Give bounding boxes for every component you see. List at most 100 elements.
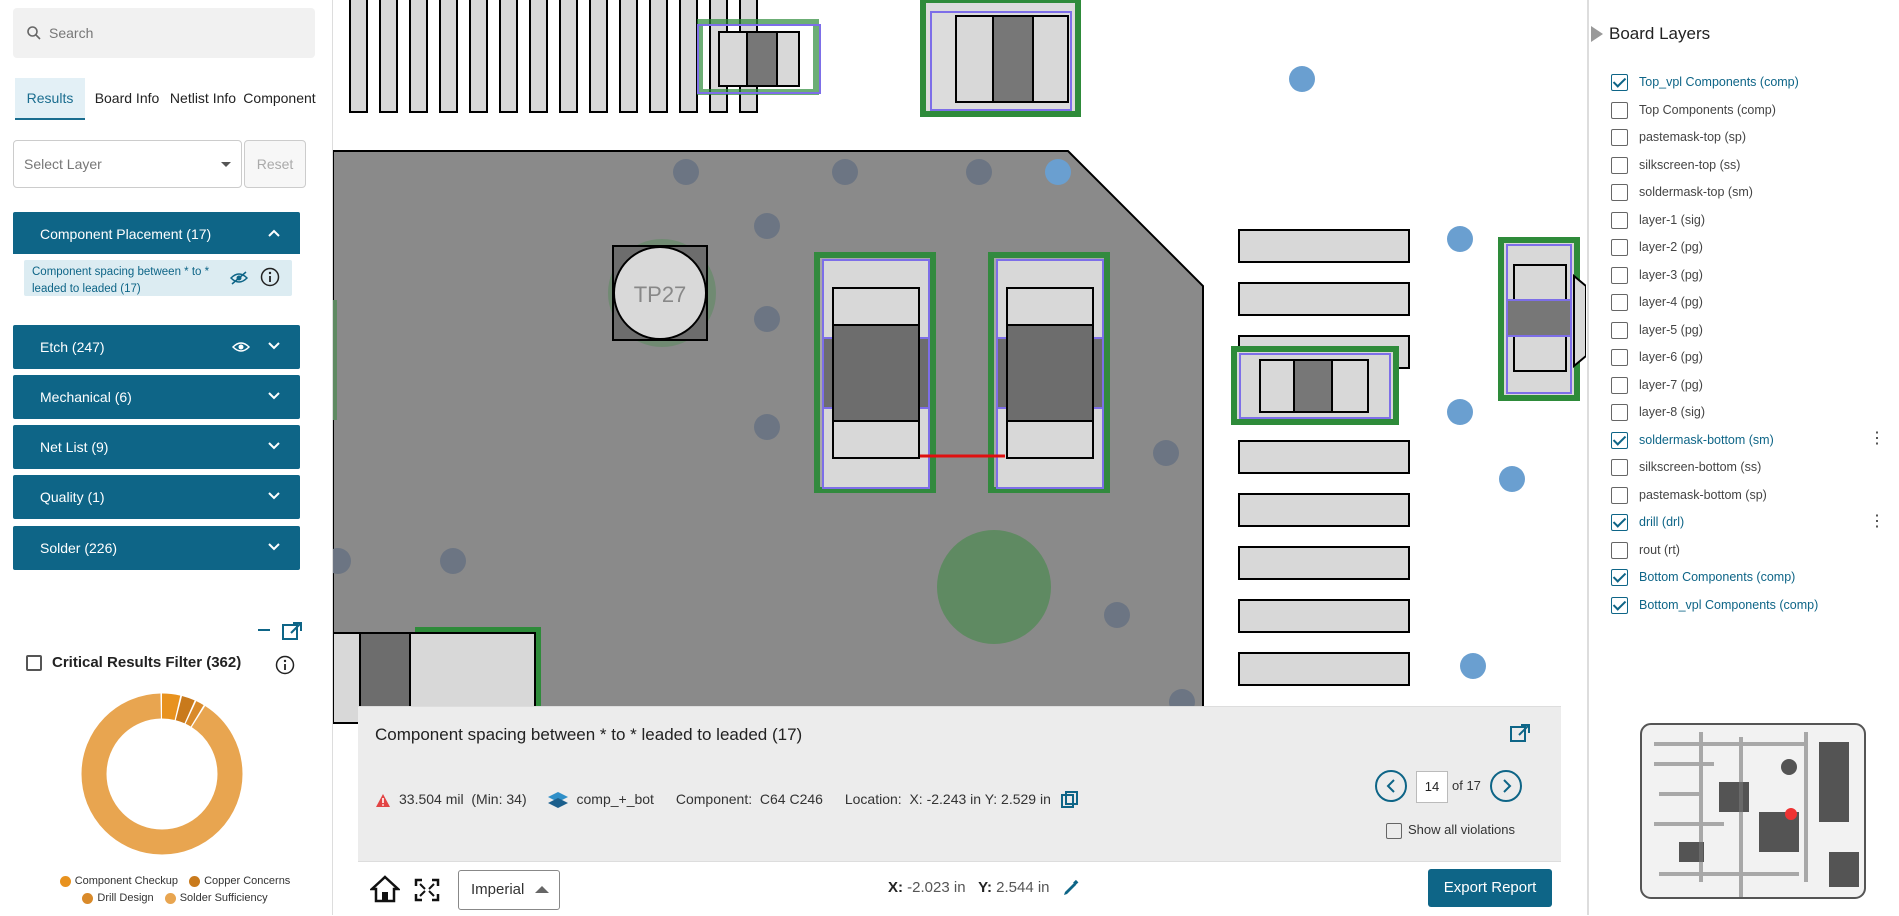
fullscreen-icon[interactable] bbox=[414, 878, 440, 902]
search-icon bbox=[27, 26, 41, 40]
layer-checkbox[interactable] bbox=[1611, 239, 1628, 256]
chevron-down-icon[interactable] bbox=[268, 341, 280, 351]
violation-panel: Component spacing between * to * leaded … bbox=[358, 706, 1561, 861]
eye-icon[interactable] bbox=[232, 341, 250, 353]
legend-label: Copper Concerns bbox=[204, 875, 291, 887]
legend-dot bbox=[59, 875, 71, 887]
layer-checkbox[interactable] bbox=[1611, 459, 1628, 476]
units-value: Imperial bbox=[471, 881, 525, 898]
layer-name: layer-5 (pg) bbox=[1639, 322, 1703, 337]
search-placeholder: Search bbox=[49, 25, 94, 41]
show-all-checkbox[interactable] bbox=[1386, 822, 1402, 839]
layer-checkbox[interactable] bbox=[1611, 74, 1628, 91]
chevron-down-icon[interactable] bbox=[268, 542, 280, 552]
layer-name: silkscreen-top (ss) bbox=[1639, 157, 1741, 172]
layer-checkbox[interactable] bbox=[1611, 266, 1628, 284]
board-layers-title: Board Layers bbox=[1609, 24, 1711, 43]
layer-name: pastemask-top (sp) bbox=[1639, 130, 1746, 144]
x-label: X: bbox=[888, 879, 903, 896]
chevron-left-icon bbox=[1386, 779, 1395, 793]
layer-checkbox[interactable] bbox=[1611, 404, 1628, 421]
minimize-icon[interactable] bbox=[256, 622, 272, 638]
category-net-list[interactable]: Net List (9) bbox=[13, 425, 300, 469]
category-component-placement[interactable]: Component Placement (17) bbox=[13, 212, 300, 256]
chevron-up-icon[interactable] bbox=[268, 228, 280, 238]
layer-checkbox[interactable] bbox=[1611, 349, 1628, 366]
edge-component bbox=[1498, 237, 1586, 401]
layer-checkbox[interactable] bbox=[1611, 514, 1628, 531]
board-minimap[interactable] bbox=[1639, 722, 1867, 900]
export-report-button[interactable]: Export Report bbox=[1428, 869, 1552, 907]
test-point-tp27: TP27 bbox=[608, 239, 716, 347]
layer-checkbox[interactable] bbox=[1611, 294, 1628, 311]
show-all-violations[interactable]: Show all violations bbox=[1386, 822, 1515, 839]
page-number-input[interactable]: 14 bbox=[1416, 771, 1448, 803]
pencil-icon[interactable] bbox=[1062, 879, 1080, 897]
reset-button[interactable]: Reset bbox=[244, 140, 306, 188]
home-icon[interactable] bbox=[370, 875, 400, 903]
tab-results[interactable]: Results bbox=[15, 78, 85, 120]
category-label: Net List (9) bbox=[40, 439, 109, 455]
layer-select[interactable]: Select Layer bbox=[13, 140, 242, 188]
layer-name: layer-7 (pg) bbox=[1639, 377, 1703, 392]
bottom-toolbar: Imperial X: -2.023 in Y: 2.544 in Export… bbox=[358, 861, 1561, 916]
eye-off-icon[interactable] bbox=[230, 270, 248, 286]
external-link-icon[interactable] bbox=[1509, 723, 1531, 743]
previous-button[interactable] bbox=[1375, 770, 1407, 802]
violation-details: 33.504 mil (Min: 34) comp_+_bot Componen… bbox=[375, 791, 1079, 809]
layer-checkbox[interactable] bbox=[1611, 569, 1628, 586]
layer-checkbox[interactable] bbox=[1611, 211, 1628, 229]
more-options-icon[interactable]: ⋮ bbox=[1869, 428, 1885, 448]
layer-checkbox[interactable] bbox=[1611, 156, 1628, 174]
tab-component[interactable]: Component bbox=[242, 78, 317, 118]
chevron-down-icon[interactable] bbox=[268, 491, 280, 501]
sub-rule-item[interactable]: Component spacing between * to * leaded … bbox=[24, 260, 292, 296]
search-field[interactable]: Search bbox=[13, 8, 315, 58]
layer-name: Top_vpl Components (comp) bbox=[1639, 75, 1799, 89]
layer-checkbox[interactable] bbox=[1611, 541, 1628, 559]
violation-min: (Min: 34) bbox=[471, 791, 527, 807]
donut-legend: Component Checkup Copper Concerns Drill … bbox=[30, 873, 320, 907]
category-etch[interactable]: Etch (247) bbox=[13, 325, 300, 369]
layer-checkbox[interactable] bbox=[1611, 129, 1628, 146]
layer-checkbox[interactable] bbox=[1611, 184, 1628, 201]
layer-checkbox[interactable] bbox=[1611, 486, 1628, 504]
caret-up-icon bbox=[535, 886, 549, 893]
layer-checkbox[interactable] bbox=[1611, 431, 1628, 449]
category-label: Mechanical (6) bbox=[40, 389, 132, 405]
board-layers-panel: Board Layers Top_vpl Components (comp) To… bbox=[1587, 0, 1899, 915]
info-icon[interactable] bbox=[260, 267, 280, 287]
layer-checkbox[interactable] bbox=[1611, 321, 1628, 339]
layer-checkbox[interactable] bbox=[1611, 101, 1628, 119]
layer-name: pastemask-bottom (sp) bbox=[1639, 487, 1767, 502]
info-icon[interactable] bbox=[275, 655, 295, 675]
next-button[interactable] bbox=[1490, 770, 1522, 802]
category-solder[interactable]: Solder (226) bbox=[13, 526, 300, 570]
tab-netlist-info[interactable]: Netlist Info bbox=[166, 78, 240, 118]
layer-name: layer-2 (pg) bbox=[1639, 240, 1703, 254]
chevron-down-icon[interactable] bbox=[268, 391, 280, 401]
layer-name: soldermask-bottom (sm) bbox=[1639, 432, 1774, 447]
legend-dot bbox=[164, 892, 176, 904]
category-mechanical[interactable]: Mechanical (6) bbox=[13, 375, 300, 419]
layers-icon bbox=[547, 792, 568, 809]
critical-filter-checkbox[interactable] bbox=[26, 655, 42, 671]
chevron-right-icon bbox=[1503, 779, 1512, 793]
collapse-triangle-icon[interactable] bbox=[1591, 26, 1603, 42]
chevron-down-icon[interactable] bbox=[268, 441, 280, 451]
component-label: Component: bbox=[675, 791, 753, 807]
drill-hole bbox=[1045, 159, 1071, 185]
layer-name: silkscreen-bottom (ss) bbox=[1639, 460, 1762, 474]
units-select[interactable]: Imperial bbox=[458, 870, 560, 910]
category-quality[interactable]: Quality (1) bbox=[13, 475, 300, 519]
external-link-icon[interactable] bbox=[281, 621, 303, 641]
layer-checkbox[interactable] bbox=[1611, 376, 1628, 394]
copy-icon[interactable] bbox=[1060, 791, 1079, 809]
more-options-icon[interactable]: ⋮ bbox=[1869, 511, 1885, 531]
tab-board-info[interactable]: Board Info bbox=[92, 78, 162, 118]
layer-name: layer-1 (sig) bbox=[1639, 212, 1705, 227]
tp27-label: TP27 bbox=[634, 282, 687, 307]
layer-name: Bottom_vpl Components (comp) bbox=[1639, 597, 1819, 612]
layer-name: layer-4 (pg) bbox=[1639, 295, 1703, 309]
layer-checkbox[interactable] bbox=[1611, 596, 1628, 614]
